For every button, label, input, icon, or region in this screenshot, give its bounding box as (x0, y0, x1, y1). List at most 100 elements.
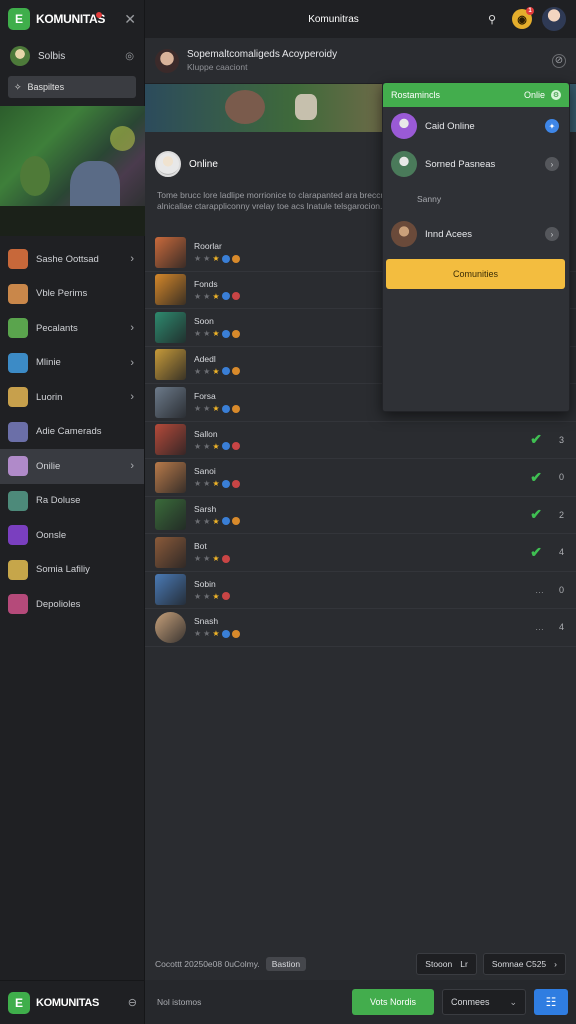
ellipsis-icon[interactable]: … (535, 622, 544, 632)
footer-logo: E (8, 991, 30, 1014)
communities-button[interactable]: Comunities (386, 259, 565, 289)
row-thumbnail (155, 611, 186, 643)
content-footer: Cocottt 20250e08 0uColmy. Bastion Stooon… (145, 948, 576, 980)
user-avatar[interactable] (542, 7, 566, 31)
app-logo: E (8, 8, 30, 30)
check-icon: ✔ (530, 506, 542, 523)
dropdown-item-label: Caid Online (425, 120, 475, 132)
sidebar-item-label: Depolioles (36, 598, 81, 610)
sidebar-item-1[interactable]: Vble Perims (0, 277, 144, 312)
nav-icon (8, 490, 28, 511)
dropdown-item-3[interactable]: Innd Acees › (383, 215, 569, 253)
row-count: 3 (558, 434, 564, 445)
footer-button-1-label: Stooon (425, 959, 453, 969)
footer-button-1[interactable]: Stooon Lr (416, 953, 477, 975)
sidebar-item-4[interactable]: Luorin › (0, 380, 144, 415)
table-row[interactable]: Snash ★ ★ ★… 4 (145, 609, 576, 647)
sidebar-profile-row[interactable]: Solbis ◎ (0, 38, 144, 74)
sidebar-item-9[interactable]: Somia Lafiliy (0, 553, 144, 588)
row-thumbnail (155, 574, 186, 606)
row-thumbnail (155, 461, 186, 493)
selected-filter-label: Baspiltes (27, 82, 65, 92)
sidebar-item-7[interactable]: Ra Doluse (0, 484, 144, 519)
footer-brand: KOMUNITAS (36, 996, 100, 1009)
community-select[interactable]: Conmees ⌄ (442, 989, 526, 1015)
more-icon[interactable]: ◎ (125, 51, 134, 62)
pin-icon[interactable]: ⚲ (482, 9, 502, 29)
sidebar-footer: E KOMUNITAS ⊖ (0, 980, 145, 1024)
arrow-right-icon[interactable]: › (545, 227, 559, 241)
row-count: 4 (558, 547, 564, 558)
nav-icon (8, 283, 28, 304)
primary-button[interactable]: Vots Nordis (352, 989, 434, 1015)
table-row[interactable]: Sobin ★ ★ ★… 0 (145, 572, 576, 609)
check-icon: ✔ (530, 431, 542, 448)
sidebar-item-3[interactable]: Mlinie › (0, 346, 144, 381)
sidebar-item-label: Oonsle (36, 529, 67, 541)
table-row[interactable]: Sarsh ★ ★ ★ ✔ 2 (145, 497, 576, 534)
row-thumbnail (155, 349, 186, 381)
brand-name: KOMUNITAS (36, 12, 106, 26)
options-icon[interactable]: ⊘ (552, 53, 566, 68)
check-icon: ✔ (530, 543, 542, 560)
sidebar-header: E KOMUNITAS ✕ (0, 0, 144, 38)
row-thumbnail (155, 274, 186, 306)
table-row[interactable]: Sanoi ★ ★ ★ ✔ 0 (145, 459, 576, 497)
ellipsis-icon[interactable]: … (535, 585, 544, 595)
nav-icon (8, 456, 28, 477)
row-name: Sallon (194, 428, 218, 439)
sidebar-banner-image (0, 106, 145, 236)
sidebar-item-8[interactable]: Oonsle (0, 518, 144, 553)
footer-button-2[interactable]: Somnae C525 › (482, 953, 566, 975)
grid-view-button[interactable]: ☷ (534, 989, 568, 1015)
sidebar-item-10[interactable]: Depolioles (0, 587, 144, 622)
footer-button-1-suffix: Lr (460, 959, 468, 969)
sidebar-item-label: Ra Doluse (36, 495, 81, 507)
chevron-right-icon: › (130, 253, 134, 266)
row-count: 2 (558, 509, 564, 520)
footer-text: Cocottt 20250e08 0uColmy. (155, 959, 260, 969)
top-bar: Komunitras ⚲ ◉ 1 (145, 0, 576, 38)
sidebar-item-5[interactable]: Adie Camerads (0, 415, 144, 450)
selected-filter[interactable]: ✧ Baspiltes (8, 76, 136, 98)
table-row[interactable]: Bot ★ ★ ★ ✔ 4 (145, 534, 576, 572)
sidebar-item-0[interactable]: Sashe Oottsad › (0, 242, 144, 277)
nav-icon (8, 387, 28, 408)
dropdown-item-2[interactable]: Sorned Pasneas › (383, 145, 569, 183)
dropdown-header: Rostamincls Onlie ⚙ (383, 83, 569, 107)
sidebar-item-label: Adie Camerads (36, 426, 102, 438)
sidebar-nav: Sashe Oottsad › Vble Perims Pecalants › Mlini… (0, 242, 144, 622)
star-icon[interactable]: ✦ (545, 119, 559, 133)
nav-icon (8, 352, 28, 373)
arrow-right-icon[interactable]: › (545, 157, 559, 171)
table-row[interactable]: Sallon ★ ★ ★ ✔ 3 (145, 422, 576, 459)
sidebar-item-6[interactable]: Onilie › (0, 449, 144, 484)
rating-badges: ★ ★ ★ (194, 554, 564, 563)
dropdown-item-label: Innd Acees (425, 228, 473, 240)
profile-label: Solbis (38, 50, 66, 62)
logout-icon[interactable]: ⊖ (128, 996, 137, 1009)
bottom-text: Nol istomos (157, 997, 202, 1007)
post-avatar[interactable] (155, 48, 179, 73)
sidebar-item-label: Sashe Oottsad (36, 253, 99, 265)
row-thumbnail (155, 499, 186, 531)
sidebar-item-label: Pecalants (36, 322, 78, 334)
sidebar: E KOMUNITAS ✕ Solbis ◎ ✧ Baspiltes Sashe… (0, 0, 145, 1024)
settings-icon[interactable]: ⚙ (551, 90, 561, 100)
page-title: Komunitras (308, 13, 359, 25)
dropdown-item-1[interactable]: Caid Online ✦ (383, 107, 569, 145)
check-icon: ✔ (530, 468, 542, 485)
footer-button-2-label: Somnae C525 (491, 959, 547, 969)
sidebar-item-2[interactable]: Pecalants › (0, 311, 144, 346)
dropdown-status: Onlie (523, 90, 545, 100)
coin-icon[interactable]: ◉ 1 (512, 7, 534, 29)
avatar (10, 46, 30, 66)
bottom-bar: Nol istomos Vots Nordis Conmees ⌄ ☷ (145, 980, 576, 1024)
footer-chip[interactable]: Bastion (265, 957, 307, 971)
dropdown-item-avatar (391, 113, 417, 139)
notification-badge: 1 (526, 7, 534, 15)
close-icon[interactable]: ✕ (124, 11, 136, 28)
sidebar-item-label: Luorin (36, 391, 63, 403)
row-count: 4 (558, 622, 564, 633)
dropdown-item-label: Sorned Pasneas (425, 158, 496, 170)
